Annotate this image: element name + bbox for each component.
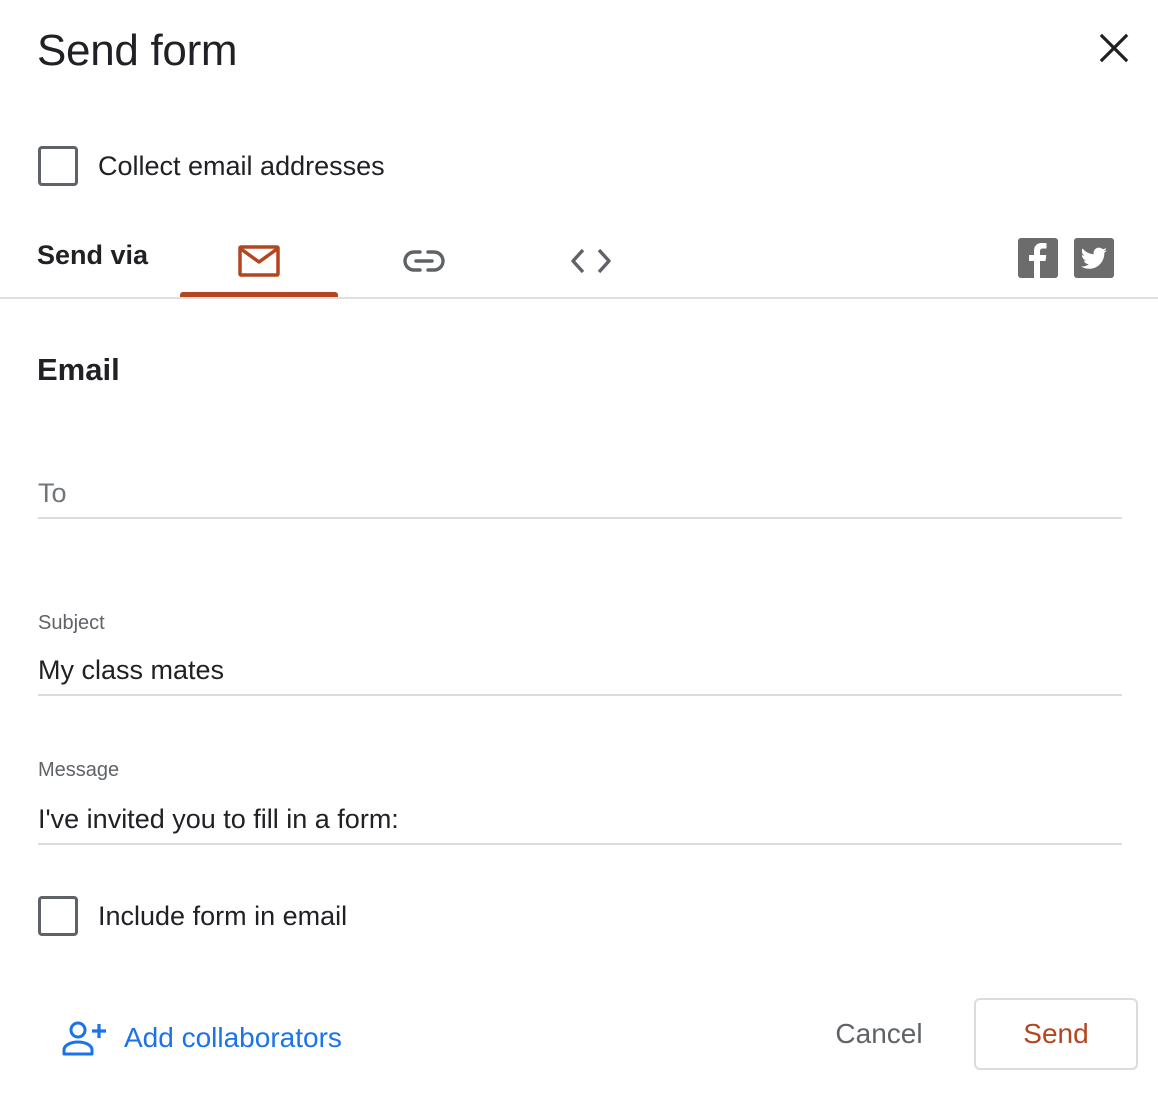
include-form-checkbox-row[interactable]: Include form in email — [38, 896, 347, 936]
subject-field: Subject — [38, 612, 1122, 696]
send-button[interactable]: Send — [974, 998, 1138, 1070]
twitter-icon — [1080, 247, 1107, 269]
to-field — [38, 476, 1122, 519]
message-label: Message — [38, 759, 120, 781]
tabs-divider — [0, 297, 1158, 299]
code-icon — [571, 248, 611, 274]
close-button[interactable] — [1090, 24, 1138, 72]
to-input[interactable] — [38, 476, 1122, 519]
add-collaborators-button[interactable]: Add collaborators — [62, 1020, 342, 1056]
tab-embed[interactable] — [512, 224, 670, 298]
collect-email-label: Collect email addresses — [98, 150, 385, 181]
subject-input[interactable] — [38, 655, 1122, 696]
message-input[interactable] — [38, 804, 1122, 845]
facebook-icon — [1029, 243, 1047, 278]
email-section-heading: Email — [37, 352, 120, 387]
close-icon — [1099, 33, 1129, 63]
share-twitter-button[interactable] — [1074, 238, 1114, 278]
include-form-label: Include form in email — [98, 900, 348, 931]
collect-email-checkbox[interactable] — [38, 146, 78, 186]
share-facebook-button[interactable] — [1018, 238, 1058, 278]
send-form-dialog: Send form Collect email addresses Send v… — [0, 0, 1158, 1100]
subject-label: Subject — [38, 612, 105, 634]
tab-email[interactable] — [180, 224, 338, 298]
dialog-title: Send form — [37, 26, 238, 75]
add-collaborators-label: Add collaborators — [124, 1022, 342, 1053]
mail-icon — [238, 245, 280, 277]
link-icon — [403, 250, 445, 272]
include-form-checkbox[interactable] — [38, 896, 78, 936]
collect-email-checkbox-row[interactable]: Collect email addresses — [38, 146, 385, 186]
tab-link[interactable] — [345, 224, 503, 298]
add-person-icon — [62, 1021, 106, 1056]
send-via-label: Send via — [37, 240, 149, 270]
cancel-button[interactable]: Cancel — [806, 1000, 952, 1068]
message-field: Message — [38, 759, 1122, 845]
